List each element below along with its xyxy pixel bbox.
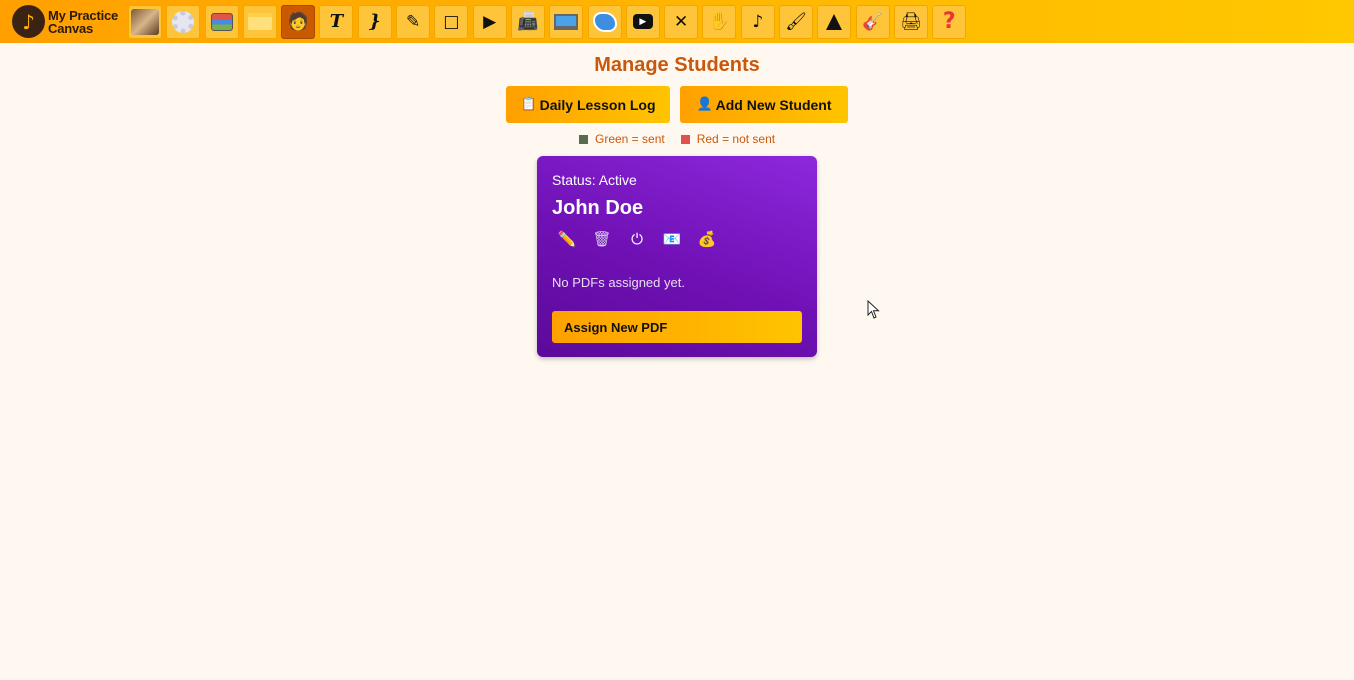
metronome-tool-button[interactable] — [817, 4, 852, 39]
guitar-tool-button[interactable]: 🎸 — [855, 4, 890, 39]
recorder-icon: 📠 — [517, 11, 539, 32]
photo-tool-button[interactable] — [128, 4, 162, 39]
layers-tool-button[interactable] — [204, 4, 239, 39]
top-toolbar: ♪ My Practice Canvas 🧑 T } ✎ □ ▶ 📠 ▶ ✕ ✋… — [0, 0, 1354, 43]
blob-tool-button[interactable] — [587, 4, 622, 39]
student-name: John Doe — [552, 197, 644, 219]
app-name: My Practice Canvas — [48, 9, 118, 35]
music-note-icon: ♪ — [752, 11, 764, 32]
status-legend: Green = sent Red = not sent — [579, 132, 791, 146]
text-icon: T — [329, 11, 344, 32]
assign-new-pdf-label: Assign New PDF — [564, 319, 668, 335]
no-pdfs-message: No PDFs assigned yet. — [552, 275, 685, 290]
trash-icon[interactable]: 🗑 — [592, 229, 612, 249]
clipboard-icon: 📋 — [520, 97, 537, 112]
red-swatch — [680, 134, 690, 144]
brush-icon: 🖌 — [785, 11, 807, 32]
youtube-play-glyph: ▶ — [639, 16, 647, 27]
assign-new-pdf-button[interactable]: Assign New PDF — [552, 311, 802, 343]
guitar-icon: 🎸 — [862, 11, 884, 32]
blob-icon — [592, 11, 617, 32]
cross-icon: ✕ — [674, 11, 689, 32]
help-tool-button[interactable]: ? — [932, 4, 967, 39]
screen-tool-button[interactable] — [549, 4, 584, 39]
folder-tool-button[interactable] — [242, 4, 277, 39]
gear-icon — [172, 10, 195, 33]
app-name-line2: Canvas — [48, 20, 94, 36]
student-card: Status: Active John Doe ✏️ 🗑 ⏻ 📧 💰 No PD… — [537, 156, 817, 357]
music-note-icon: ♪ — [12, 5, 45, 38]
user-icon: 👤 — [696, 97, 713, 112]
print-tool-button[interactable]: 🖨 — [893, 4, 928, 39]
layers-icon — [210, 12, 233, 31]
youtube-icon: ▶ — [632, 14, 653, 29]
edit-icon[interactable]: ✏️ — [557, 229, 577, 249]
daily-lesson-log-button[interactable]: 📋 Daily Lesson Log — [506, 86, 670, 123]
square-icon: □ — [443, 11, 460, 32]
power-icon[interactable]: ⏻ — [627, 229, 647, 249]
add-new-student-label: Add New Student — [715, 96, 832, 113]
app-name-line1: My Practice — [48, 7, 119, 23]
brush-tool-button[interactable]: 🖌 — [779, 4, 814, 39]
printer-icon: 🖨 — [900, 11, 922, 32]
shape-tool-button[interactable]: □ — [434, 4, 469, 39]
green-swatch — [579, 134, 588, 144]
photo-icon — [131, 8, 159, 35]
brace-tool-button[interactable]: } — [357, 4, 392, 39]
mouse-cursor-icon — [867, 300, 880, 319]
legend-sent-label: Green = sent — [595, 132, 665, 146]
email-icon[interactable]: 📧 — [662, 229, 682, 249]
app-logo[interactable]: ♪ My Practice Canvas — [0, 0, 128, 43]
hand-icon: ✋ — [708, 11, 731, 32]
folder-icon — [247, 13, 272, 30]
students-tool-button[interactable]: 🧑 — [281, 4, 316, 39]
brace-icon: } — [368, 11, 381, 32]
cross-tool-button[interactable]: ✕ — [664, 4, 699, 39]
legend-not-sent: Red = not sent — [680, 132, 776, 146]
note-tool-button[interactable]: ♪ — [740, 4, 775, 39]
laptop-icon — [554, 13, 579, 30]
marker-tool-button[interactable]: ✎ — [396, 4, 431, 39]
text-tool-button[interactable]: T — [319, 4, 354, 39]
page-title: Manage Students — [594, 54, 760, 76]
record-tool-button[interactable]: 📠 — [510, 4, 545, 39]
youtube-tool-button[interactable]: ▶ — [625, 4, 660, 39]
legend-not-sent-label: Red = not sent — [696, 132, 776, 146]
settings-tool-button[interactable] — [166, 4, 201, 39]
marker-icon: ✎ — [405, 11, 421, 32]
action-buttons: 📋 Daily Lesson Log 👤 Add New Student — [506, 86, 848, 123]
add-new-student-button[interactable]: 👤 Add New Student — [680, 86, 848, 123]
play-tool-button[interactable]: ▶ — [472, 4, 507, 39]
legend-sent: Green = sent — [579, 132, 665, 146]
student-status: Status: Active — [552, 172, 637, 188]
daily-lesson-log-label: Daily Lesson Log — [539, 96, 656, 113]
hand-tool-button[interactable]: ✋ — [702, 4, 737, 39]
student-actions: ✏️ 🗑 ⏻ 📧 💰 — [557, 229, 732, 249]
tool-strip: 🧑 T } ✎ □ ▶ 📠 ▶ ✕ ✋ ♪ 🖌 🎸 🖨 ? — [128, 4, 971, 39]
metronome-icon — [826, 13, 843, 30]
graduate-icon: 🧑 — [287, 11, 309, 32]
money-bag-icon[interactable]: 💰 — [697, 229, 717, 249]
play-icon: ▶ — [483, 11, 497, 32]
question-icon: ? — [942, 9, 956, 34]
